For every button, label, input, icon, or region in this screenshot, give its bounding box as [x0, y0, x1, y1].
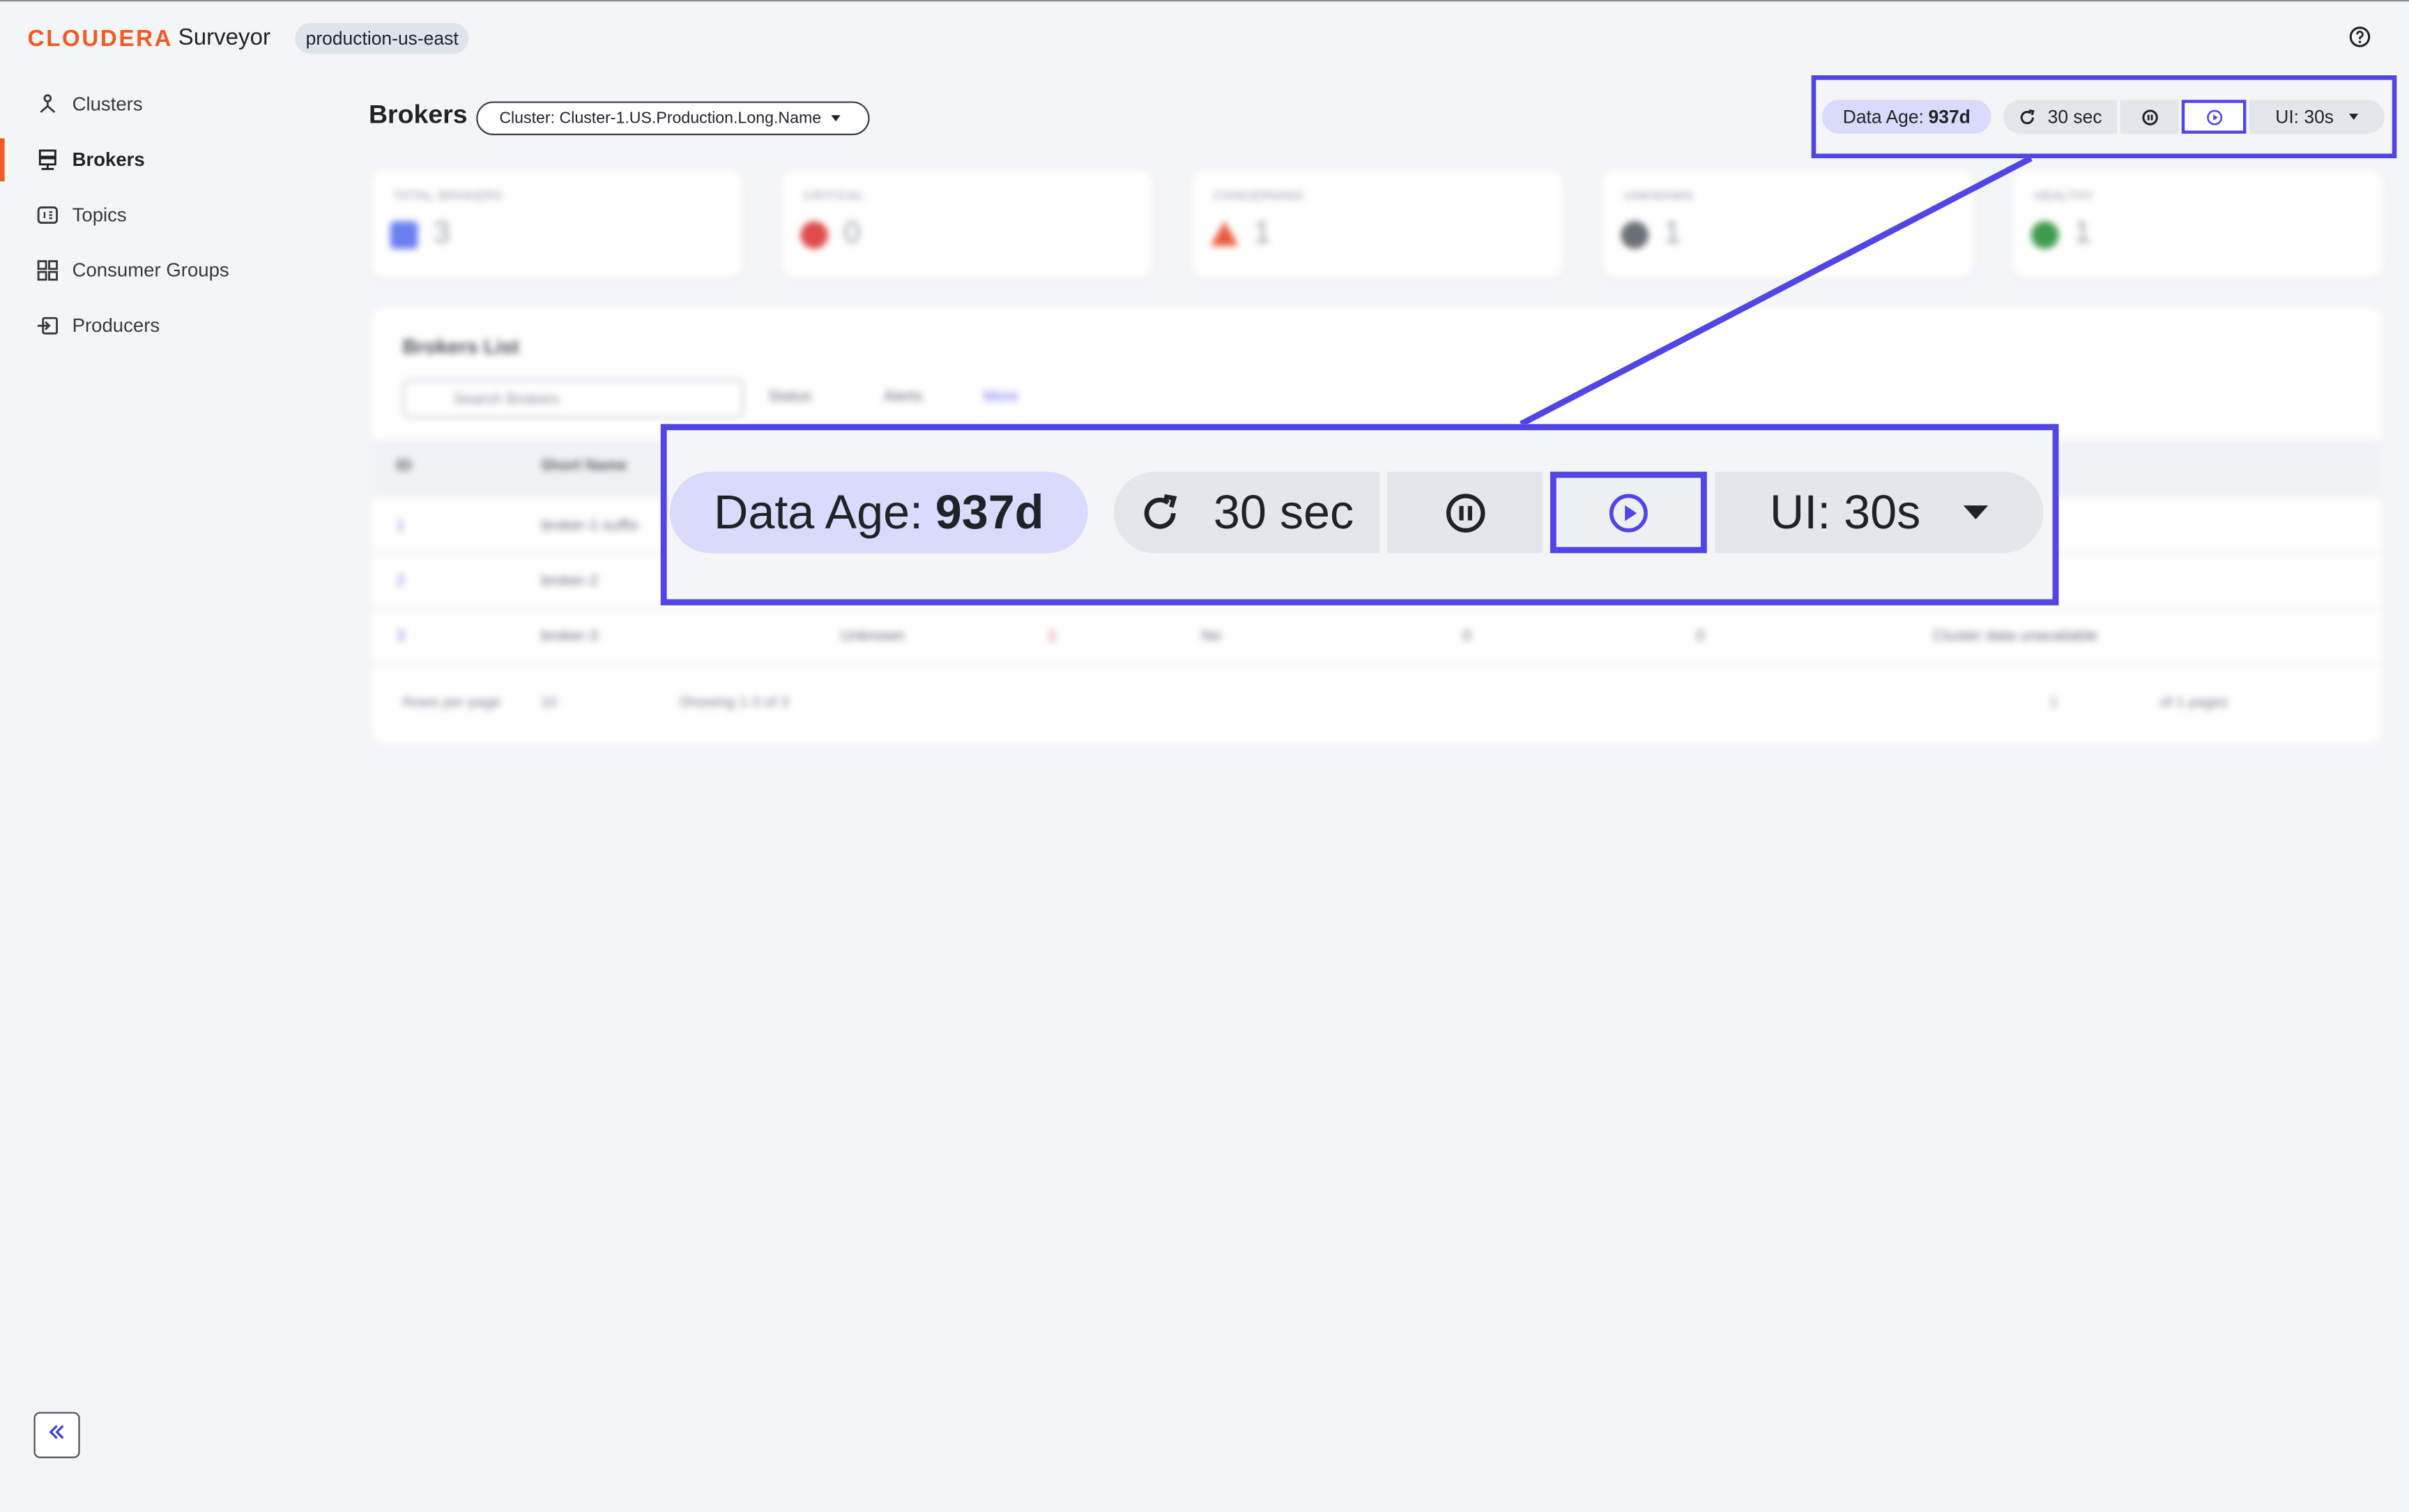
zoom-connector-line [1520, 155, 2033, 427]
zoom-callout-frame [660, 424, 2059, 606]
toolbar-highlight-frame [1811, 75, 2397, 159]
